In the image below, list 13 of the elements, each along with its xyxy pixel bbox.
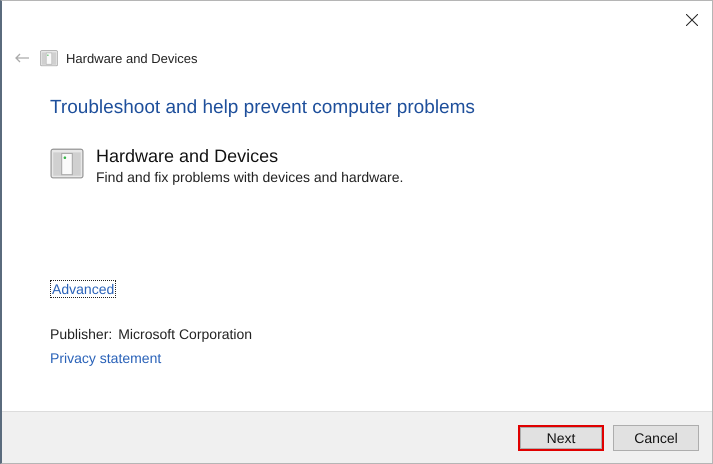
publisher-value: Microsoft Corporation	[118, 326, 252, 342]
device-icon	[40, 49, 58, 67]
advanced-link[interactable]: Advanced	[50, 280, 116, 298]
close-icon[interactable]	[686, 14, 698, 26]
privacy-link[interactable]: Privacy statement	[50, 350, 162, 366]
cancel-button[interactable]: Cancel	[613, 424, 699, 450]
device-icon	[50, 146, 84, 180]
page-heading: Troubleshoot and help prevent computer problems	[50, 97, 476, 119]
troubleshooter-title: Hardware and Devices	[96, 146, 280, 167]
publisher-label: Publisher:	[50, 326, 112, 342]
troubleshooter-description: Find and fix problems with devices and hardware.	[96, 169, 404, 185]
breadcrumb-title: Hardware and Devices	[66, 50, 198, 66]
next-button[interactable]: Next	[518, 424, 604, 450]
